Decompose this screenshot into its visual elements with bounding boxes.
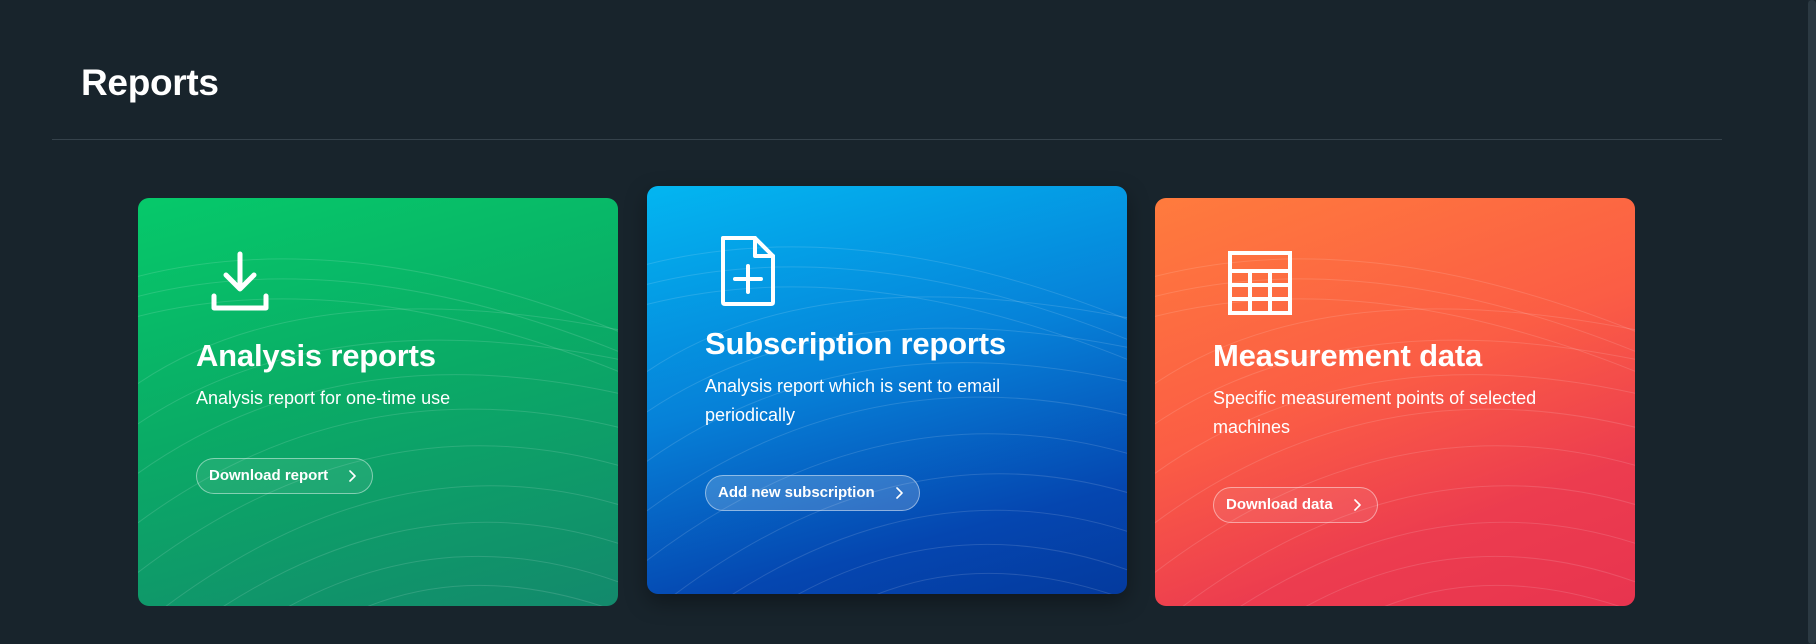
card-title: Analysis reports (196, 338, 436, 373)
card-description: Specific measurement points of selected … (1213, 388, 1537, 437)
chevron-right-icon (1353, 488, 1361, 522)
chevron-right-icon (348, 459, 356, 493)
download-report-button[interactable]: Download report (196, 458, 374, 494)
card-description: Analysis report which is sent to email p… (705, 376, 1001, 425)
scrollbar-thumb[interactable] (1808, 0, 1816, 644)
analysis-reports-card[interactable]: Analysis reports Analysis report for one… (138, 198, 618, 606)
card-description: Analysis report for one-time use (196, 388, 451, 408)
header-divider (52, 139, 1722, 140)
reports-page: Reports Analysis reports Analysis report… (0, 0, 1816, 644)
vertical-scrollbar[interactable] (1808, 0, 1816, 644)
page-title: Reports (81, 62, 219, 103)
measurement-data-card[interactable]: Measurement data Specific measurement po… (1155, 198, 1635, 606)
add-new-subscription-button[interactable]: Add new subscription (705, 475, 920, 511)
table-icon (1228, 251, 1292, 315)
add-document-icon (721, 236, 775, 306)
card-title: Measurement data (1213, 338, 1483, 373)
button-label: Download report (209, 467, 329, 484)
download-data-button[interactable]: Download data (1213, 487, 1378, 523)
subscription-reports-card[interactable]: Subscription reports Analysis report whi… (647, 186, 1127, 594)
button-label: Add new subscription (718, 484, 875, 501)
chevron-right-icon (895, 476, 903, 510)
card-title: Subscription reports (705, 326, 1006, 361)
download-icon (211, 251, 269, 311)
button-label: Download data (1226, 496, 1333, 513)
